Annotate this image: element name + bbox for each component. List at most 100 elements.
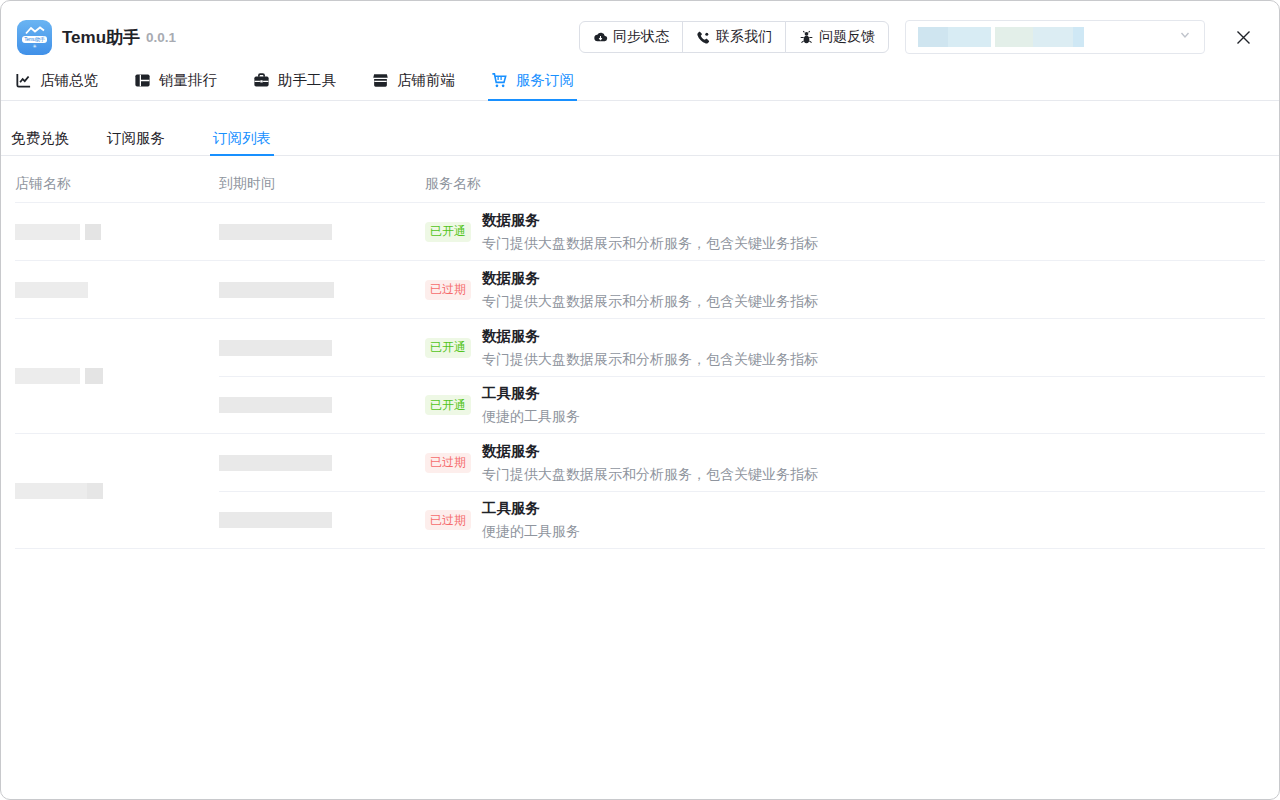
- close-icon: [1235, 29, 1252, 46]
- redacted-store-name: [85, 368, 103, 384]
- contact-us-button[interactable]: 联系我们: [682, 21, 786, 53]
- tab-label: 服务订阅: [516, 71, 574, 90]
- column-header-store-name: 店铺名称: [15, 175, 219, 193]
- status-badge: 已过期: [425, 510, 471, 530]
- service-row: 已开通 数据服务 专门提供大盘数据展示和分析服务，包含关键业务指标: [219, 319, 1265, 376]
- redacted-expiry-time: [219, 340, 332, 356]
- store-selector-value-redacted-5: [1073, 27, 1084, 47]
- service-name: 工具服务: [482, 382, 580, 405]
- tab-label: 店铺总览: [40, 71, 98, 90]
- redacted-expiry-time: [219, 455, 332, 471]
- table-row-group: 已开通 数据服务 专门提供大盘数据展示和分析服务，包含关键业务指标 已开通 工具…: [15, 319, 1265, 434]
- service-row: 已过期 数据服务 专门提供大盘数据展示和分析服务，包含关键业务指标: [219, 261, 1265, 318]
- redacted-store-name: [15, 282, 88, 298]
- service-name: 数据服务: [482, 440, 818, 463]
- status-badge: 已过期: [425, 280, 471, 300]
- subtab-label: 订阅服务: [107, 129, 165, 148]
- expiry-time-cell: [219, 397, 425, 413]
- status-badge: 已开通: [425, 395, 471, 415]
- sync-status-button[interactable]: 同步状态: [579, 21, 683, 53]
- bug-feedback-icon: [799, 30, 814, 45]
- service-description: 专门提供大盘数据展示和分析服务，包含关键业务指标: [482, 348, 818, 371]
- table-row-group: 已过期 数据服务 专门提供大盘数据展示和分析服务，包含关键业务指标: [15, 261, 1265, 319]
- service-name: 数据服务: [482, 267, 818, 290]
- service-row: 已开通 数据服务 专门提供大盘数据展示和分析服务，包含关键业务指标: [219, 203, 1265, 260]
- tab-assistant-tools[interactable]: 助手工具: [253, 61, 336, 100]
- store-selector-value-redacted-2: [948, 27, 991, 47]
- store-name-cell: [15, 261, 219, 318]
- logo-star-icon: ✳: [32, 44, 36, 48]
- chevron-down-icon: [1178, 28, 1192, 46]
- expiry-time-cell: [219, 455, 425, 471]
- header-actions: 同步状态 联系我们 问题反馈: [579, 21, 889, 53]
- redacted-store-name: [15, 368, 80, 384]
- service-name: 数据服务: [482, 325, 818, 348]
- service-name: 数据服务: [482, 209, 818, 232]
- toolbox-icon: [253, 72, 270, 89]
- store-name-cell: [15, 434, 219, 548]
- status-badge: 已过期: [425, 453, 471, 473]
- logo-chart-icon: [25, 26, 45, 35]
- tab-label: 店铺前端: [397, 71, 455, 90]
- service-description: 专门提供大盘数据展示和分析服务，包含关键业务指标: [482, 463, 818, 486]
- feedback-button[interactable]: 问题反馈: [785, 21, 889, 53]
- store-selector-value-redacted-4: [1033, 27, 1073, 47]
- tab-label: 销量排行: [159, 71, 217, 90]
- storefront-icon: [372, 72, 389, 89]
- subtab-label: 免费兑换: [11, 129, 69, 148]
- sub-tabs: 免费兑换 订阅服务 订阅列表: [1, 101, 1279, 156]
- sync-status-label: 同步状态: [613, 28, 669, 46]
- subscription-table: 店铺名称 到期时间 服务名称 已开通 数据服务 专门提供大盘数据展示和分析服务，…: [15, 156, 1265, 549]
- close-button[interactable]: [1231, 25, 1255, 49]
- line-chart-icon: [15, 72, 32, 89]
- tab-store-overview[interactable]: 店铺总览: [15, 61, 98, 100]
- status-badge: 已开通: [425, 338, 471, 358]
- tab-sales-ranking[interactable]: 销量排行: [134, 61, 217, 100]
- tab-service-subscription[interactable]: 服务订阅: [491, 61, 574, 100]
- service-row: 已过期 数据服务 专门提供大盘数据展示和分析服务，包含关键业务指标: [219, 434, 1265, 491]
- app-title: Temu助手: [62, 26, 140, 49]
- subtab-subscription-list[interactable]: 订阅列表: [210, 121, 274, 155]
- store-name-cell: [15, 203, 219, 260]
- expiry-time-cell: [219, 340, 425, 356]
- main-tabs: 店铺总览 销量排行 助手工具 店铺前端 服务订阅: [1, 61, 1279, 101]
- redacted-expiry-time: [219, 282, 334, 298]
- redacted-store-name: [15, 224, 80, 240]
- service-cell: 已过期 数据服务 专门提供大盘数据展示和分析服务，包含关键业务指标: [425, 267, 1265, 313]
- header: Temu助手 ✳ Temu助手 0.0.1 同步状态 联系我们 问题反馈: [1, 1, 1279, 61]
- service-cell: 已开通 工具服务 便捷的工具服务: [425, 382, 1265, 428]
- redacted-expiry-time: [219, 224, 332, 240]
- store-selector-value-redacted-3: [995, 27, 1033, 47]
- service-cell: 已过期 数据服务 专门提供大盘数据展示和分析服务，包含关键业务指标: [425, 440, 1265, 486]
- redacted-store-name: [15, 483, 87, 499]
- subtab-free-exchange[interactable]: 免费兑换: [8, 121, 72, 155]
- tab-label: 助手工具: [278, 71, 336, 90]
- redacted-store-name: [85, 224, 101, 240]
- expiry-time-cell: [219, 224, 425, 240]
- redacted-expiry-time: [219, 512, 332, 528]
- service-name: 工具服务: [482, 497, 580, 520]
- service-description: 便捷的工具服务: [482, 520, 580, 543]
- subtab-subscribe-service[interactable]: 订阅服务: [104, 121, 168, 155]
- app-logo: Temu助手 ✳: [17, 20, 52, 55]
- contact-phone-icon: [696, 30, 711, 45]
- subtab-label: 订阅列表: [213, 129, 271, 148]
- cart-icon: [491, 72, 508, 89]
- store-selector-value-redacted: [918, 27, 948, 47]
- store-selector[interactable]: [905, 20, 1205, 54]
- table-row-group: 已开通 数据服务 专门提供大盘数据展示和分析服务，包含关键业务指标: [15, 203, 1265, 261]
- tab-store-frontend[interactable]: 店铺前端: [372, 61, 455, 100]
- service-cell: 已开通 数据服务 专门提供大盘数据展示和分析服务，包含关键业务指标: [425, 209, 1265, 255]
- app-window: Temu助手 ✳ Temu助手 0.0.1 同步状态 联系我们 问题反馈: [0, 0, 1280, 800]
- app-version: 0.0.1: [146, 30, 176, 45]
- ranking-table-icon: [134, 72, 151, 89]
- service-cell: 已过期 工具服务 便捷的工具服务: [425, 497, 1265, 543]
- service-description: 专门提供大盘数据展示和分析服务，包含关键业务指标: [482, 290, 818, 313]
- table-row-group: 已过期 数据服务 专门提供大盘数据展示和分析服务，包含关键业务指标 已过期 工具…: [15, 434, 1265, 549]
- contact-us-label: 联系我们: [716, 28, 772, 46]
- logo-wordmark: Temu助手: [22, 36, 46, 43]
- expiry-time-cell: [219, 282, 425, 298]
- service-row: 已开通 工具服务 便捷的工具服务: [219, 376, 1265, 433]
- service-cell: 已开通 数据服务 专门提供大盘数据展示和分析服务，包含关键业务指标: [425, 325, 1265, 371]
- store-name-cell: [15, 319, 219, 433]
